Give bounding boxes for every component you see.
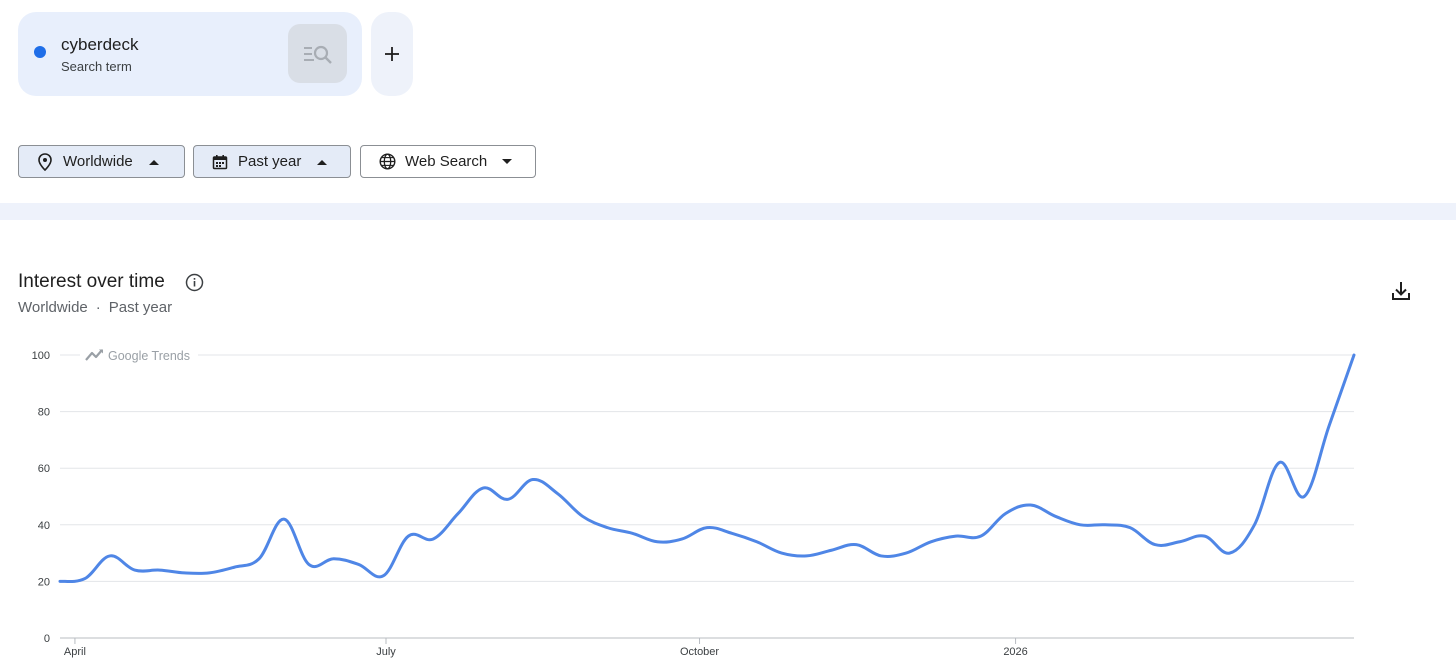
data-point[interactable] [875,550,887,562]
x-tick-label: April [64,646,86,658]
data-point[interactable] [353,558,365,570]
data-point[interactable] [452,507,464,519]
chart-title: Interest over time [18,271,165,292]
y-tick-label: 80 [38,407,50,419]
x-axis: April July October 2026 [64,638,1028,658]
search-list-icon [303,45,332,64]
calendar-icon [211,153,229,171]
y-tick-label: 60 [38,463,50,475]
data-point[interactable] [1224,547,1236,559]
data-point[interactable] [303,558,315,570]
data-point[interactable] [104,550,116,562]
property-filter-label: Web Search [405,153,488,170]
term-color-dot [34,46,46,58]
x-tick-label: 2026 [1003,646,1027,658]
data-point[interactable] [378,570,390,582]
plus-icon [385,47,399,61]
data-point[interactable] [178,567,190,579]
chart-subtitle: Worldwide · Past year [18,299,172,316]
data-point[interactable] [825,544,837,556]
chart-subtitle-period: Past year [108,299,173,316]
term-name: cyberdeck [61,35,139,54]
data-point[interactable] [1074,519,1086,531]
trends-page: cyberdeck Search term Worldwide Past yea… [0,0,1456,672]
region-filter[interactable]: Worldwide [18,145,185,178]
y-tick-label: 100 [32,350,50,362]
interest-over-time-chart[interactable]: 0 20 40 60 80 100 April July October 2026 Google… [0,340,1456,672]
download-icon[interactable] [1388,278,1414,304]
caret-up-icon [148,156,160,168]
data-point[interactable] [676,533,688,545]
location-pin-icon [36,152,54,171]
data-point[interactable] [54,575,66,587]
y-tick-label: 40 [38,520,50,532]
search-refine-button[interactable] [288,24,347,83]
caret-up-icon [316,156,328,168]
data-point[interactable] [129,564,141,576]
info-icon[interactable] [185,273,204,292]
data-point[interactable] [1149,539,1161,551]
data-point[interactable] [651,536,663,548]
y-tick-label: 20 [38,576,50,588]
data-point[interactable] [527,474,539,486]
caret-down-icon [501,156,513,168]
watermark-text: Google Trends [108,349,190,363]
data-point[interactable] [1298,491,1310,503]
region-filter-label: Worldwide [63,153,133,170]
y-tick-label: 0 [44,633,50,645]
data-point[interactable] [1000,507,1012,519]
add-comparison-button[interactable] [371,12,413,96]
data-point[interactable] [278,513,290,525]
data-point[interactable] [477,482,489,494]
period-filter[interactable]: Past year [193,145,351,178]
data-point[interactable] [1174,536,1186,548]
data-point[interactable] [1199,530,1211,542]
data-point[interactable] [601,522,613,534]
data-point[interactable] [402,530,414,542]
chart-grid [60,354,1354,639]
data-point[interactable] [427,533,439,545]
term-type: Search term [61,59,132,74]
data-point[interactable] [1099,519,1111,531]
data-point[interactable] [577,510,589,522]
y-axis: 0 20 40 60 80 100 [32,350,50,645]
data-point[interactable] [726,527,738,539]
data-point[interactable] [776,547,788,559]
google-trends-watermark: Google Trends [80,348,198,364]
x-tick-label: October [680,646,719,658]
data-point[interactable] [328,553,340,565]
x-tick-label: July [376,646,396,658]
data-point[interactable] [751,536,763,548]
data-point[interactable] [502,493,514,505]
period-filter-label: Past year [238,153,302,170]
property-filter[interactable]: Web Search [360,145,536,178]
data-point[interactable] [850,539,862,551]
data-point[interactable] [228,561,240,573]
data-point[interactable] [950,530,962,542]
data-point[interactable] [626,527,638,539]
data-point[interactable] [925,536,937,548]
data-point[interactable] [79,573,91,585]
data-point[interactable] [1273,457,1285,469]
data-point[interactable] [203,567,215,579]
data-point[interactable] [900,547,912,559]
data-point[interactable] [1323,420,1335,432]
data-point[interactable] [1248,519,1260,531]
data-point[interactable] [801,550,813,562]
chart-subtitle-separator: · [95,299,101,316]
chart-subtitle-region: Worldwide [18,299,88,316]
globe-icon [378,153,396,171]
data-point[interactable] [1049,510,1061,522]
data-point[interactable] [701,522,713,534]
data-point[interactable] [253,553,265,565]
search-term-card[interactable]: cyberdeck Search term [18,12,362,96]
data-point[interactable] [552,488,564,500]
data-point[interactable] [1025,499,1037,511]
data-point[interactable] [1124,522,1136,534]
section-divider [0,203,1456,220]
data-point[interactable] [1348,349,1360,361]
data-point[interactable] [975,530,987,542]
data-point[interactable] [154,564,166,576]
